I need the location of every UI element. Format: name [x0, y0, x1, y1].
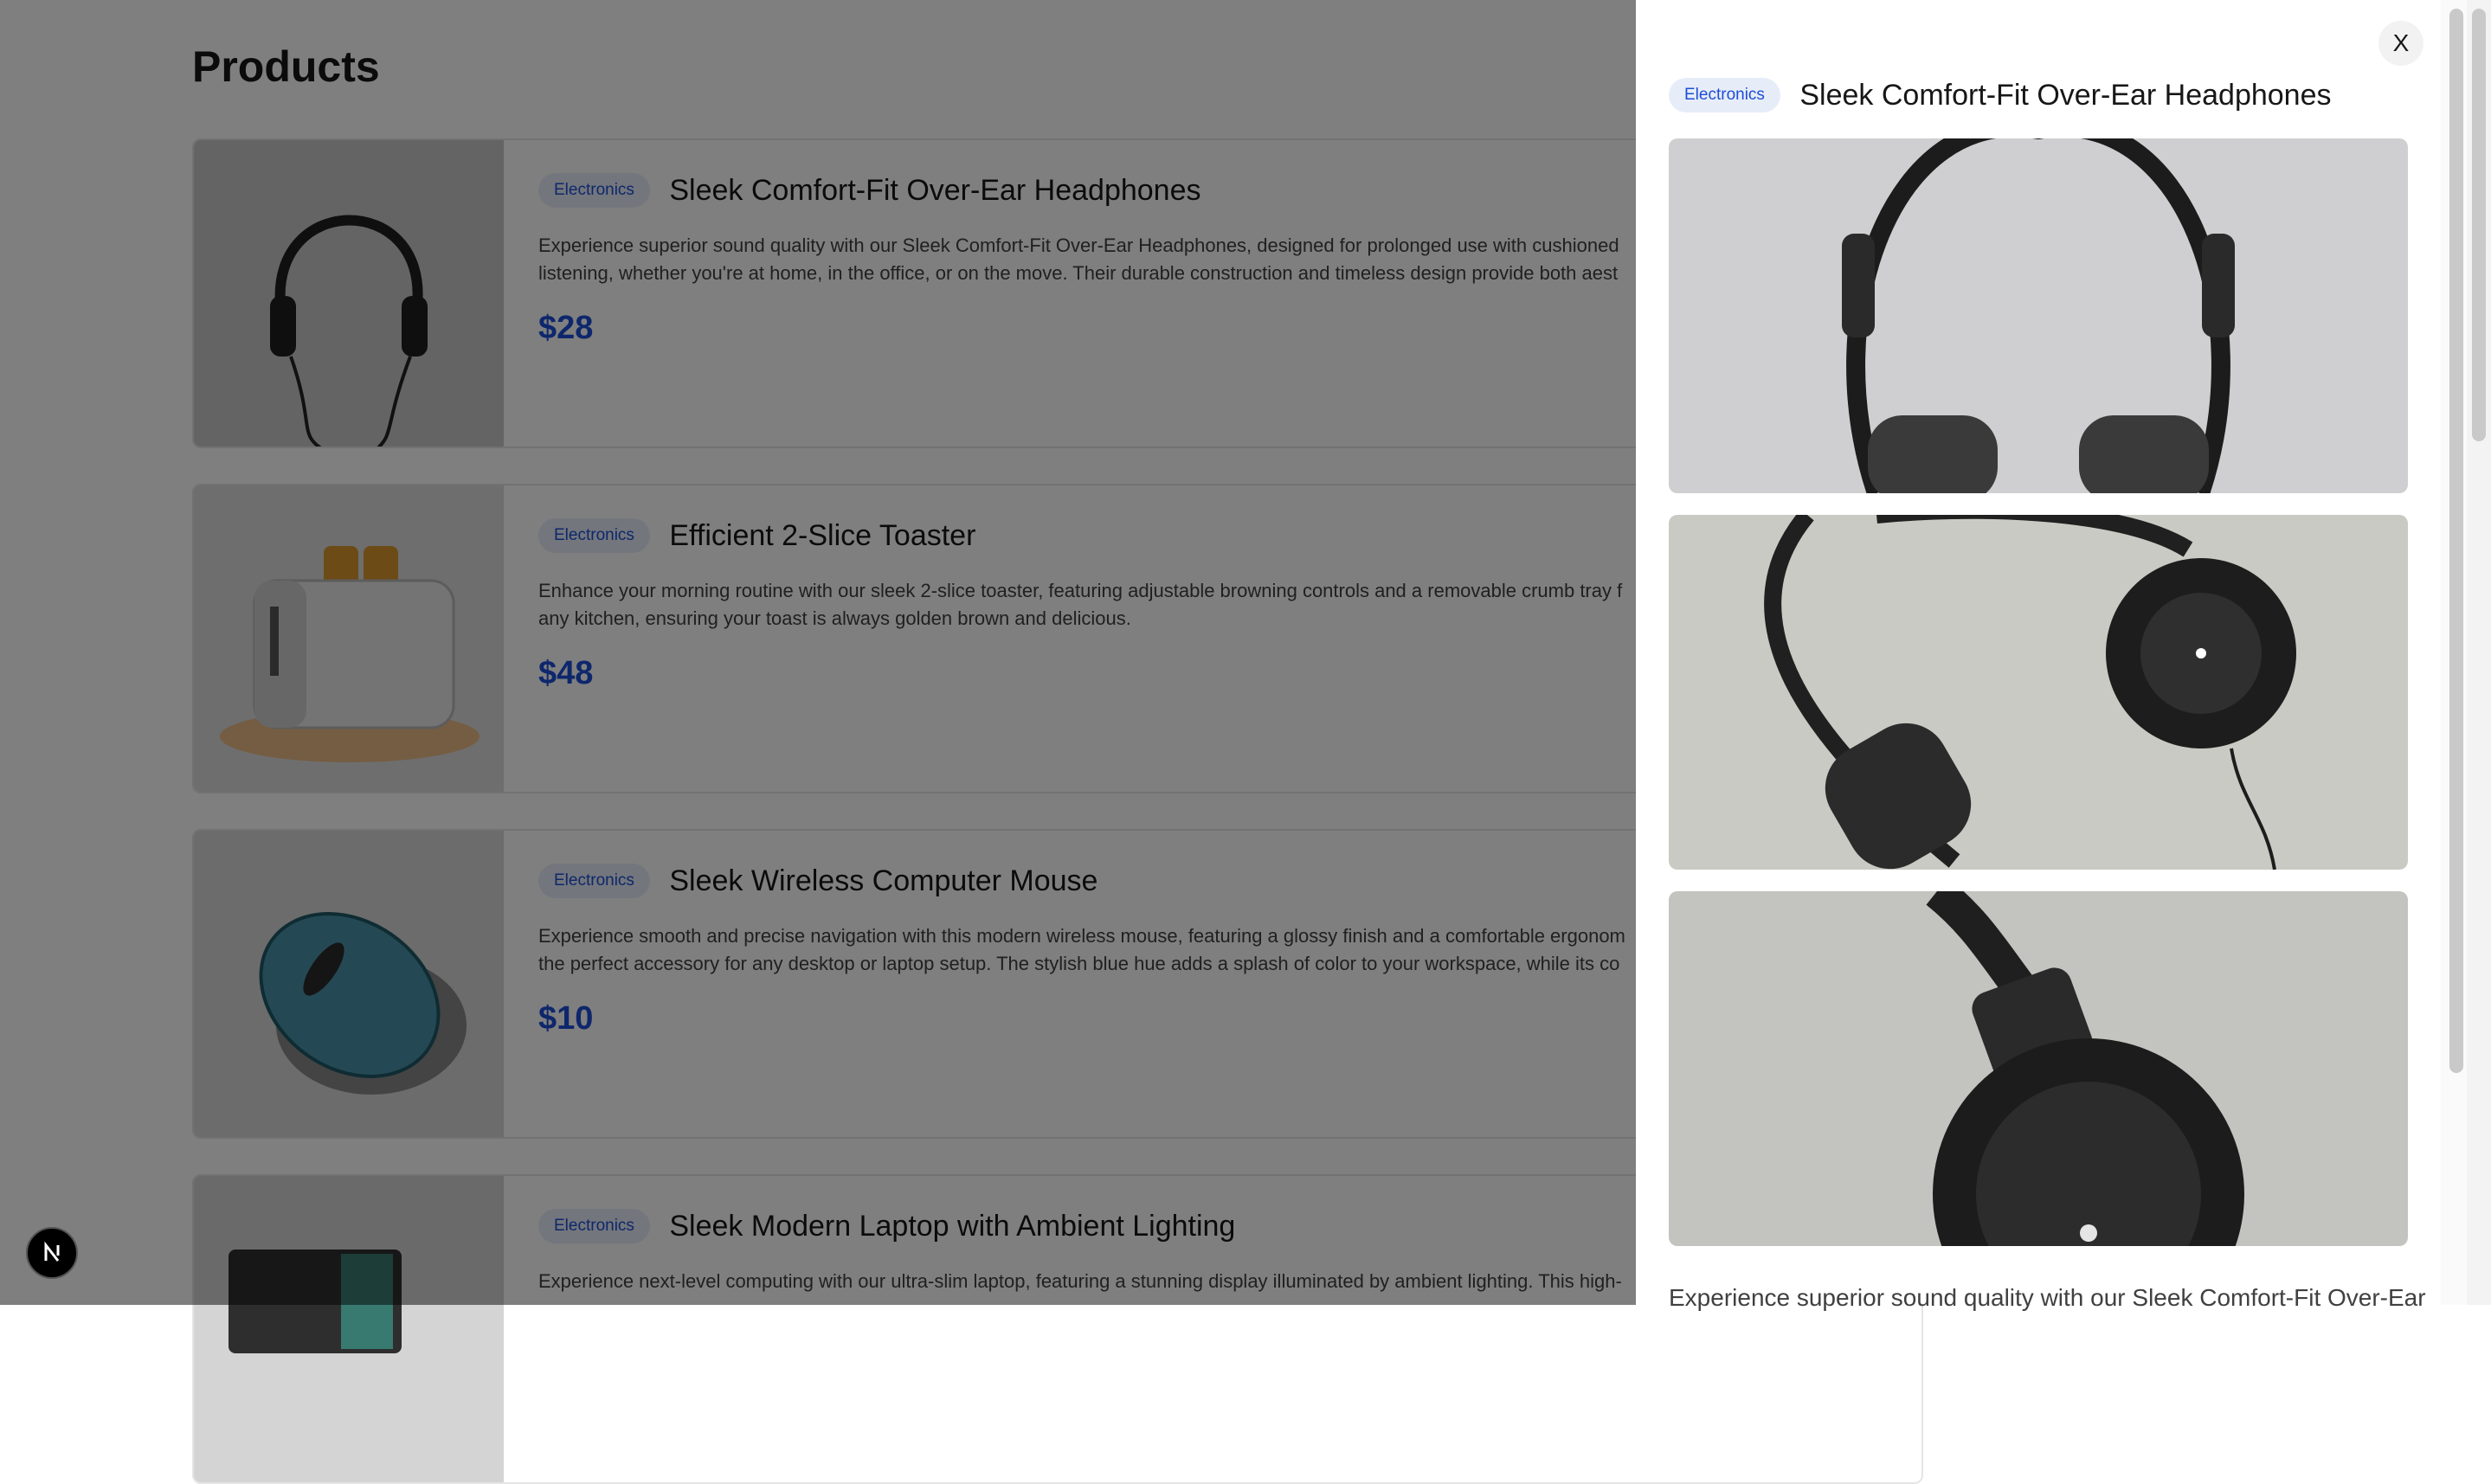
drawer-description: Experience superior sound quality with o…	[1669, 1284, 2426, 1311]
drawer-header: Electronics Sleek Comfort-Fit Over-Ear H…	[1669, 78, 2332, 112]
gallery-image-2[interactable]	[1669, 515, 2408, 870]
category-badge: Electronics	[1669, 78, 1780, 112]
close-icon: X	[2392, 29, 2410, 56]
gallery-image-1[interactable]	[1669, 138, 2408, 493]
close-button[interactable]: X	[2378, 21, 2423, 66]
page-scrollbar-thumb[interactable]	[2472, 9, 2486, 441]
gallery-image-3[interactable]	[1669, 891, 2408, 1246]
drawer-title: Sleek Comfort-Fit Over-Ear Headphones	[1799, 78, 2332, 112]
drawer-scrollbar-thumb[interactable]	[2449, 9, 2463, 1073]
nextjs-logo-icon[interactable]	[26, 1227, 78, 1279]
